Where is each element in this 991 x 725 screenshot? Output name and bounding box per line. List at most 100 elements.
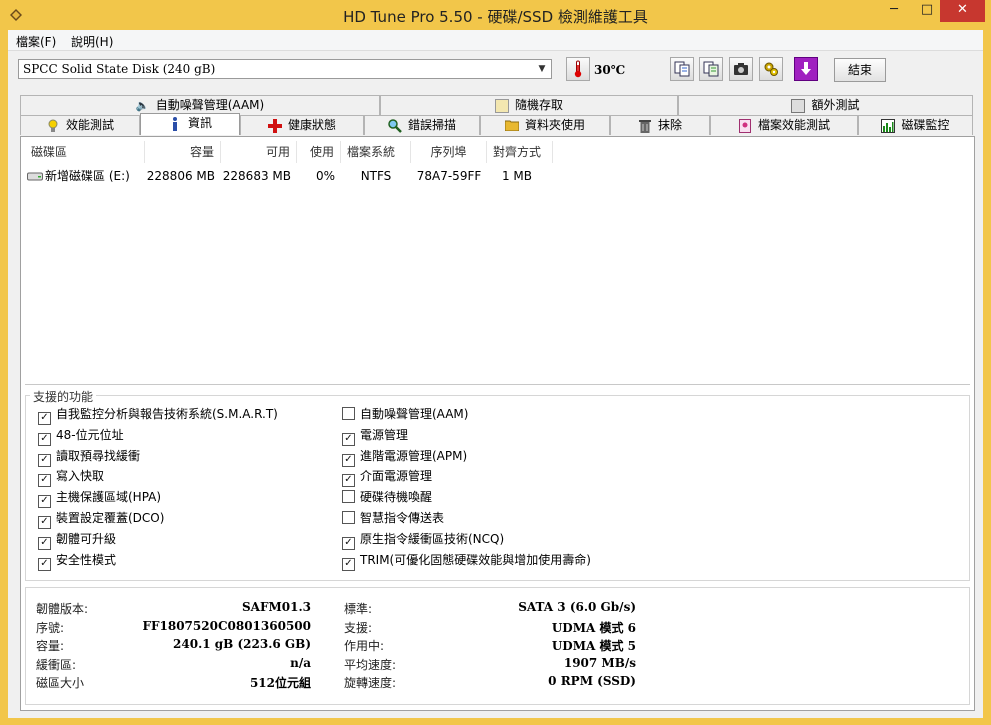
magnifier-icon	[388, 118, 402, 133]
feature-label: 自動噪聲管理(AAM)	[360, 407, 469, 421]
copy-text-icon[interactable]	[670, 57, 694, 81]
checkbox-checked[interactable]: ✓	[342, 536, 355, 550]
feature-item[interactable]: 自動噪聲管理(AAM)	[342, 405, 468, 423]
tab-erase[interactable]: 抹除	[610, 115, 710, 135]
tab-extra-tests[interactable]: 額外測試	[678, 95, 973, 115]
cell-alignment: 1 MB	[501, 169, 533, 183]
checkbox-checked[interactable]: ✓	[342, 474, 355, 488]
checkbox-checked[interactable]: ✓	[38, 516, 51, 529]
tab-random-access[interactable]: 隨機存取	[380, 95, 678, 115]
info-label: 標準:	[344, 602, 373, 616]
checkbox-unchecked[interactable]	[342, 490, 355, 504]
checkbox-checked[interactable]: ✓	[38, 495, 51, 509]
column-header-alignment[interactable]: 對齊方式	[487, 141, 553, 163]
exit-button[interactable]: 結束	[834, 58, 886, 82]
checkbox-checked[interactable]: ✓	[38, 536, 51, 550]
lightbulb-icon	[46, 119, 60, 133]
checkbox-checked[interactable]: ✓	[342, 453, 355, 467]
app-window: HD Tune Pro 5.50 - 硬碟/SSD 檢測維護工具 ─ □ ✕ 檔…	[0, 0, 991, 725]
checkbox-checked[interactable]: ✓	[38, 432, 51, 446]
info-label: 緩衝區:	[36, 657, 77, 672]
tab-health[interactable]: 健康狀態	[240, 115, 364, 135]
checkbox-checked[interactable]: ✓	[38, 474, 51, 488]
feature-item[interactable]: ✓ 寫入快取	[38, 467, 104, 488]
column-header-serial[interactable]: 序列埠	[411, 141, 487, 163]
info-label: 旋轉速度:	[344, 676, 397, 690]
tab-info[interactable]: 資訊	[140, 113, 240, 135]
checkbox-checked[interactable]: ✓	[38, 412, 51, 425]
features-title: 支援的功能	[30, 388, 97, 405]
tab-file-benchmark[interactable]: 檔案效能測試	[710, 115, 858, 135]
checkbox-checked[interactable]: ✓	[342, 432, 355, 446]
drive-select[interactable]: SPCC Solid State Disk (240 gB) ▼	[18, 59, 552, 79]
cell-capacity: 228806 MB	[146, 169, 215, 183]
title-bar[interactable]: HD Tune Pro 5.50 - 硬碟/SSD 檢測維護工具 ─ □ ✕	[0, 0, 991, 30]
feature-label: 原生指令緩衝區技術(NCQ)	[360, 531, 505, 546]
feature-label: 主機保護區域(HPA)	[56, 490, 162, 505]
info-label: 平均速度:	[344, 657, 397, 672]
column-header-volume[interactable]: 磁碟區	[25, 141, 145, 163]
minimize-button[interactable]: ─	[877, 0, 911, 22]
info-panel: 磁碟區 容量 可用 使用 檔案系統 序列埠 對齊方式 新增磁碟區 (E:) 22…	[20, 136, 975, 711]
menu-file[interactable]: 檔案(F)	[16, 33, 56, 50]
drive-info-group: 韌體版本: SAFM01.3 序號: FF1807520C0801360500 容量: 2…	[25, 587, 970, 705]
column-header-capacity[interactable]: 容量	[145, 141, 221, 163]
column-header-free[interactable]: 可用	[221, 141, 297, 163]
window-title: HD Tune Pro 5.50 - 硬碟/SSD 檢測維護工具	[343, 8, 648, 26]
tab-folder-usage[interactable]: 資料夾使用	[480, 115, 610, 135]
info-value: SAFM01.3	[241, 600, 311, 614]
cell-free: 228683 MB	[222, 169, 291, 183]
column-header-used[interactable]: 使用	[297, 141, 341, 163]
tab-row-bottom: 效能測試 資訊 健康狀態 錯誤掃描 資料夾使用 抹除 檔案效能測試 磁碟監控	[20, 113, 973, 135]
feature-label: 硬碟待機喚醒	[360, 490, 433, 505]
checkbox-checked[interactable]: ✓	[342, 557, 355, 571]
copy-info-icon[interactable]	[699, 57, 723, 81]
feature-item[interactable]: ✓ 48-位元位址	[38, 426, 124, 446]
feature-item[interactable]: ✓ 安全性模式	[38, 551, 116, 571]
chevron-down-icon[interactable]: ▼	[535, 61, 549, 77]
checkbox-checked[interactable]: ✓	[38, 453, 51, 467]
tab-benchmark[interactable]: 效能測試	[20, 115, 140, 135]
tab-health-label: 健康狀態	[287, 118, 336, 132]
extra-tests-icon	[791, 98, 806, 113]
feature-item[interactable]: ✓ 介面電源管理	[342, 467, 432, 488]
feature-item[interactable]: ✓ 自我監控分析與報告技術系統(S.M.A.R.T)	[38, 405, 278, 425]
feature-item[interactable]: ✓ TRIM(可優化固態硬碟效能與增加使用壽命)	[342, 551, 591, 571]
close-button[interactable]: ✕	[940, 0, 985, 22]
info-value: n/a	[290, 655, 311, 670]
feature-item[interactable]: ✓ 原生指令緩衝區技術(NCQ)	[342, 530, 505, 550]
settings-gears-icon[interactable]	[759, 57, 783, 81]
tab-row-top: 🔈 自動噪聲管理(AAM) 隨機存取 額外測試	[20, 95, 973, 115]
menu-help[interactable]: 說明(H)	[71, 33, 113, 50]
save-download-icon[interactable]	[794, 57, 818, 81]
feature-item[interactable]: 硬碟待機喚醒	[342, 488, 432, 506]
column-header-filesystem[interactable]: 檔案系統	[341, 141, 411, 163]
tab-aam[interactable]: 🔈 自動噪聲管理(AAM)	[20, 95, 380, 115]
feature-item[interactable]: ✓ 韌體可升級	[38, 530, 116, 550]
tab-disk-monitor-label: 磁碟監控	[901, 118, 950, 132]
feature-label: 48-位元位址	[56, 427, 124, 442]
tab-error-scan[interactable]: 錯誤掃描	[364, 115, 480, 135]
menu-bar: 檔案(F) 說明(H)	[8, 30, 983, 50]
feature-item[interactable]: ✓ 電源管理	[342, 426, 409, 446]
feature-label: 智慧指令傳送表	[360, 511, 445, 525]
feature-item[interactable]: 智慧指令傳送表	[342, 509, 444, 527]
feature-item[interactable]: ✓ 裝置設定覆蓋(DCO)	[38, 509, 165, 529]
thermometer-icon[interactable]	[566, 57, 590, 81]
cell-filesystem: NTFS	[360, 169, 392, 183]
camera-icon[interactable]	[729, 57, 753, 81]
checkbox-checked[interactable]: ✓	[38, 557, 51, 571]
checkbox-unchecked[interactable]	[342, 407, 355, 420]
temperature-readout: 30℃	[594, 63, 626, 77]
feature-label: 裝置設定覆蓋(DCO)	[56, 511, 165, 525]
tab-random-access-label: 隨機存取	[514, 98, 563, 112]
checkbox-unchecked[interactable]	[342, 511, 355, 524]
feature-item[interactable]: ✓ 讀取預尋找緩衝	[38, 447, 140, 467]
maximize-button[interactable]: □	[910, 0, 944, 22]
file-benchmark-icon	[738, 118, 752, 133]
partition-list[interactable]: 磁碟區 容量 可用 使用 檔案系統 序列埠 對齊方式 新增磁碟區 (E:) 22…	[25, 141, 970, 385]
feature-item[interactable]: ✓ 進階電源管理(APM)	[342, 447, 467, 467]
feature-label: 電源管理	[360, 427, 409, 442]
feature-item[interactable]: ✓ 主機保護區域(HPA)	[38, 488, 162, 509]
tab-disk-monitor[interactable]: 磁碟監控	[858, 115, 973, 135]
